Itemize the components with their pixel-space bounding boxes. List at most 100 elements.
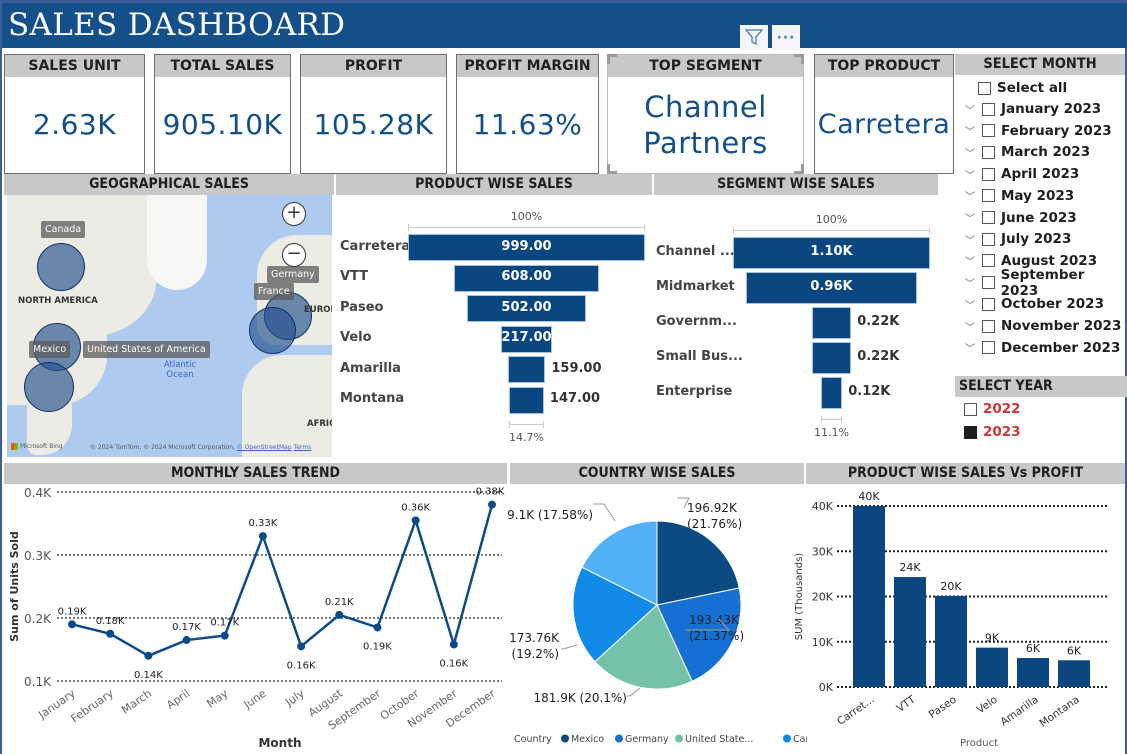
chevron-down-icon[interactable]: ﹀ [962, 123, 978, 138]
checkbox[interactable] [982, 102, 995, 116]
data-point[interactable] [258, 532, 267, 541]
checkbox[interactable] [982, 211, 995, 224]
slicer-item-month[interactable]: ﹀ May 2023 [962, 186, 1074, 206]
bar[interactable] [935, 596, 967, 687]
more-options-icon[interactable]: ··· [772, 25, 800, 50]
legend-item[interactable]: United State... [685, 734, 753, 745]
map-label-germany: Germany [267, 266, 319, 283]
data-point[interactable] [335, 610, 344, 619]
slicer-item-month[interactable]: ﹀ March 2023 [962, 142, 1090, 162]
bar[interactable] [976, 647, 1008, 687]
slicer-item-month[interactable]: ﹀ June 2023 [962, 208, 1077, 228]
slicer-item-month[interactable]: ﹀ July 2023 [962, 229, 1071, 249]
data-point[interactable] [449, 640, 458, 649]
funnel-bar[interactable] [509, 386, 544, 414]
slicer-item-month[interactable]: ﹀ September 2023 [962, 267, 1125, 299]
chevron-down-icon[interactable]: ﹀ [962, 275, 978, 290]
bubble-france[interactable] [249, 307, 296, 354]
y-tick-label: 40K [812, 500, 834, 513]
slicer-item-month[interactable]: ﹀ April 2023 [962, 164, 1079, 184]
checkbox[interactable] [982, 319, 995, 333]
bubble-mexico[interactable] [24, 362, 74, 412]
data-point[interactable] [106, 629, 115, 638]
bar[interactable] [894, 577, 926, 687]
chevron-down-icon[interactable]: ﹀ [962, 253, 978, 268]
resize-handle[interactable] [794, 54, 804, 64]
data-point[interactable] [182, 636, 191, 645]
funnel-category-label: Channel ... [656, 244, 735, 259]
osm-link[interactable]: © OpenStreetMap [237, 444, 292, 451]
slicer-item-month[interactable]: ﹀ November 2023 [962, 316, 1121, 336]
data-point[interactable] [144, 651, 153, 660]
checkbox[interactable] [964, 425, 977, 439]
slicer-item-select-all[interactable]: Select all [978, 78, 1067, 98]
legend-marker [561, 734, 569, 743]
checkbox[interactable] [982, 124, 995, 138]
chevron-down-icon[interactable]: ﹀ [962, 210, 978, 225]
chevron-down-icon[interactable]: ﹀ [962, 232, 978, 247]
checkbox[interactable] [982, 297, 995, 311]
checkbox[interactable] [978, 81, 991, 95]
geo-sales-map[interactable]: Canada Mexico United States of America G… [7, 195, 332, 457]
checkbox[interactable] [982, 341, 995, 355]
data-point[interactable] [488, 500, 496, 509]
legend-item[interactable]: Mexico [571, 734, 604, 745]
checkbox[interactable] [982, 167, 995, 181]
leader-line [593, 503, 616, 522]
slicer-item-year[interactable]: 2022 [964, 399, 1021, 419]
funnel-bar[interactable] [811, 307, 852, 339]
chevron-down-icon[interactable]: ﹀ [962, 297, 978, 312]
kpi-card-top-segment[interactable]: TOP SEGMENT Channel Partners [607, 54, 804, 174]
chevron-down-icon[interactable]: ﹀ [962, 319, 978, 334]
funnel-data-label: 147.00 [549, 391, 601, 406]
data-point[interactable] [373, 623, 382, 632]
chevron-down-icon[interactable]: ﹀ [962, 145, 978, 160]
checkbox[interactable] [982, 189, 995, 203]
chevron-down-icon[interactable]: ﹀ [962, 167, 978, 182]
slicer-item-month[interactable]: ﹀ October 2023 [962, 294, 1104, 314]
legend-item[interactable]: Germany [625, 734, 669, 745]
funnel-bar[interactable] [820, 377, 843, 409]
checkbox[interactable] [964, 402, 977, 416]
segment-funnel-title: SEGMENT WISE SALES [654, 174, 938, 195]
resize-handle[interactable] [607, 164, 617, 174]
bubble-canada[interactable] [37, 243, 85, 291]
data-point[interactable] [297, 642, 306, 651]
map-zoom-out-button[interactable]: − [282, 243, 306, 267]
slicer-item-label: February 2023 [1001, 122, 1112, 139]
bar[interactable] [1058, 660, 1090, 687]
terms-link[interactable]: Terms [294, 444, 312, 451]
bar[interactable] [853, 506, 885, 687]
checkbox[interactable] [982, 232, 995, 246]
bar[interactable] [1017, 658, 1049, 687]
data-label: 0.38K [476, 487, 505, 498]
funnel-bar[interactable] [811, 342, 852, 374]
bar-data-label: 24K [899, 561, 921, 574]
bar-data-label: 9K [985, 632, 1000, 645]
chevron-down-icon[interactable]: ﹀ [962, 340, 978, 355]
resize-handle[interactable] [607, 54, 617, 64]
resize-handle[interactable] [794, 164, 804, 174]
data-point[interactable] [411, 516, 420, 525]
funnel-bar[interactable] [507, 356, 546, 383]
pie-data-label: (21.76%) [687, 517, 742, 531]
data-point[interactable] [68, 620, 76, 629]
chevron-down-icon[interactable]: ﹀ [962, 102, 978, 117]
checkbox[interactable] [982, 254, 995, 268]
slicer-item-label: November 2023 [1001, 318, 1122, 334]
chevron-down-icon[interactable]: ﹀ [962, 188, 978, 203]
filter-icon[interactable] [740, 25, 768, 50]
data-point[interactable] [220, 631, 229, 640]
slicer-item-label: May 2023 [1001, 187, 1075, 204]
checkbox[interactable] [981, 276, 995, 290]
map-zoom-in-button[interactable]: + [282, 202, 306, 226]
funnel-category-label: Midmarket [656, 279, 735, 294]
slicer-item-month[interactable]: ﹀ February 2023 [962, 121, 1112, 141]
x-tick-label: Montana [1037, 694, 1081, 730]
slicer-item-year[interactable]: 2023 [964, 422, 1021, 442]
checkbox[interactable] [982, 145, 995, 159]
slicer-item-month[interactable]: ﹀ January 2023 [962, 99, 1101, 119]
slicer-item-month[interactable]: ﹀ December 2023 [962, 338, 1120, 358]
x-tick-label: Paseo [927, 694, 959, 721]
funnel-data-label: 502.00 [501, 299, 552, 315]
